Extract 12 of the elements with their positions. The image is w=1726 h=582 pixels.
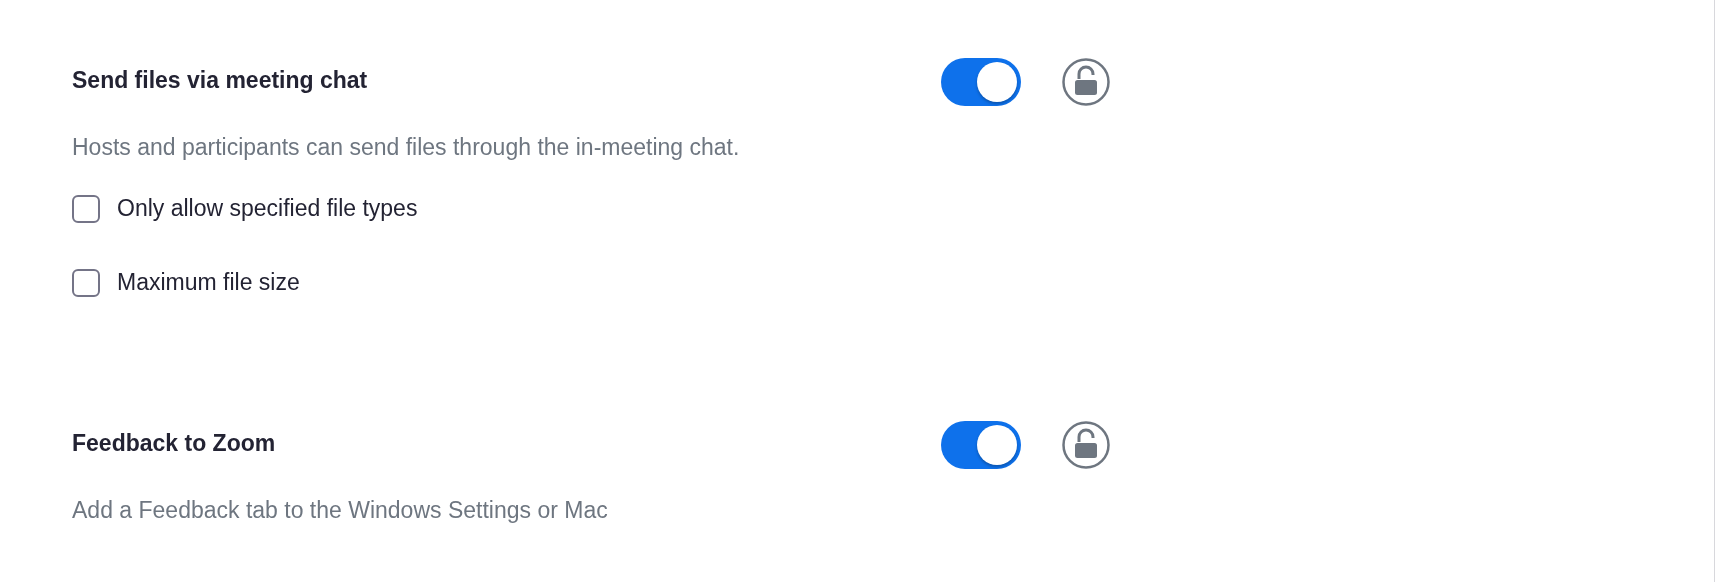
setting-description: Add a Feedback tab to the Windows Settings or Mac: [72, 496, 609, 525]
unlocked-padlock-icon[interactable]: [1061, 57, 1111, 107]
checkbox[interactable]: [72, 194, 100, 223]
checkbox-label: Only allow specified file types: [117, 195, 418, 222]
checkbox-label: Maximum file size: [117, 269, 300, 296]
unlocked-padlock-icon[interactable]: [1061, 420, 1111, 470]
checkbox[interactable]: [72, 268, 100, 297]
setting-description: Hosts and participants can send files through the in-meeting chat.: [72, 133, 741, 162]
toggle-switch[interactable]: [941, 58, 1021, 106]
setting-title: Send files via meeting chat: [72, 66, 369, 95]
setting-title: Feedback to Zoom: [72, 429, 277, 458]
toggle-switch[interactable]: [941, 421, 1021, 469]
